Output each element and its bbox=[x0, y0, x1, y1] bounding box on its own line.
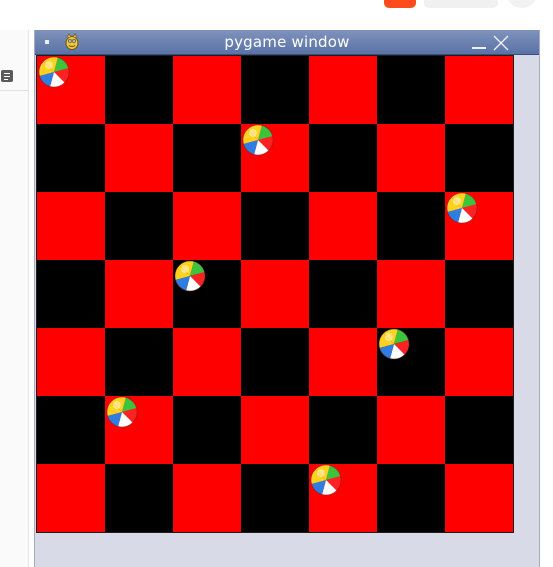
board-cell[interactable] bbox=[105, 56, 173, 124]
board-cell[interactable] bbox=[105, 192, 173, 260]
board-cell[interactable] bbox=[309, 192, 377, 260]
pygame-window: pygame window bbox=[34, 30, 540, 567]
checkerboard[interactable] bbox=[36, 55, 514, 533]
beach-ball-icon[interactable] bbox=[446, 192, 478, 224]
board-cell[interactable] bbox=[445, 396, 513, 464]
close-icon[interactable] bbox=[492, 34, 510, 52]
board-cell[interactable] bbox=[37, 192, 105, 260]
board-cell[interactable] bbox=[377, 192, 445, 260]
beach-ball-icon[interactable] bbox=[38, 56, 70, 88]
board-cell[interactable] bbox=[37, 260, 105, 328]
board-cell[interactable] bbox=[105, 328, 173, 396]
beach-ball-icon[interactable] bbox=[242, 124, 274, 156]
sidebar-divider bbox=[0, 90, 28, 91]
board-cell[interactable] bbox=[445, 124, 513, 192]
board-cell[interactable] bbox=[377, 396, 445, 464]
beach-ball-icon[interactable] bbox=[378, 328, 410, 360]
board-cell[interactable] bbox=[377, 464, 445, 532]
board-cell[interactable] bbox=[377, 56, 445, 124]
board-cell[interactable] bbox=[173, 328, 241, 396]
board-cell[interactable] bbox=[37, 464, 105, 532]
board-cell[interactable] bbox=[241, 464, 309, 532]
board-cell[interactable] bbox=[445, 56, 513, 124]
board-cell[interactable] bbox=[173, 124, 241, 192]
board-cell[interactable] bbox=[309, 124, 377, 192]
beach-ball-icon[interactable] bbox=[174, 260, 206, 292]
board-cell[interactable] bbox=[445, 464, 513, 532]
board-cell[interactable] bbox=[173, 56, 241, 124]
board-cell[interactable] bbox=[105, 124, 173, 192]
board-cell[interactable] bbox=[309, 56, 377, 124]
window-title: pygame window bbox=[224, 33, 350, 51]
board-cell[interactable] bbox=[241, 192, 309, 260]
board-cell[interactable] bbox=[37, 328, 105, 396]
background-orange-button[interactable] bbox=[384, 0, 416, 8]
board-cell[interactable] bbox=[241, 396, 309, 464]
background-sidebar bbox=[0, 30, 29, 567]
board-cell[interactable] bbox=[37, 396, 105, 464]
background-right-edge bbox=[538, 30, 553, 567]
board-cell[interactable] bbox=[309, 328, 377, 396]
background-pill-button[interactable] bbox=[424, 0, 498, 8]
board-cell[interactable] bbox=[105, 260, 173, 328]
document-icon[interactable] bbox=[1, 70, 13, 82]
beach-ball-icon[interactable] bbox=[106, 396, 138, 428]
board-cell[interactable] bbox=[309, 260, 377, 328]
board-cell[interactable] bbox=[241, 56, 309, 124]
board-cell[interactable] bbox=[37, 124, 105, 192]
board-cell[interactable] bbox=[377, 124, 445, 192]
board-cell[interactable] bbox=[173, 396, 241, 464]
board-cell[interactable] bbox=[241, 260, 309, 328]
board-cell[interactable] bbox=[445, 328, 513, 396]
board-cell[interactable] bbox=[241, 328, 309, 396]
beach-ball-icon[interactable] bbox=[310, 464, 342, 496]
board-cell[interactable] bbox=[309, 396, 377, 464]
board-cell[interactable] bbox=[173, 192, 241, 260]
window-titlebar[interactable]: pygame window bbox=[35, 30, 539, 55]
board-cell[interactable] bbox=[377, 260, 445, 328]
minimize-icon[interactable] bbox=[471, 35, 487, 51]
board-cell[interactable] bbox=[173, 464, 241, 532]
board-cell[interactable] bbox=[105, 464, 173, 532]
board-cell[interactable] bbox=[445, 260, 513, 328]
